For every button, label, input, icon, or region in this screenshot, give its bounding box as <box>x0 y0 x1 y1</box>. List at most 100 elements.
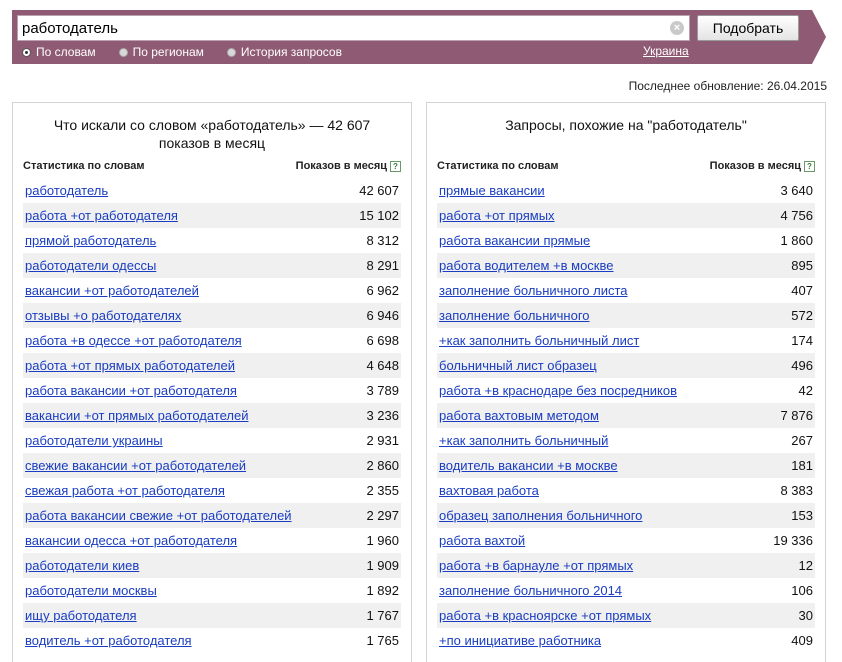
keyword-link[interactable]: работа +в краснодаре без посредников <box>439 378 677 403</box>
radio-icon[interactable] <box>118 47 128 57</box>
keyword-link[interactable]: +как заполнить больничный лист <box>439 328 639 353</box>
impressions-count: 106 <box>791 583 813 598</box>
keyword-link[interactable]: заполнение больничного <box>439 303 590 328</box>
impressions-count: 4 648 <box>366 358 399 373</box>
keyword-link[interactable]: работа вакансии прямые <box>439 228 590 253</box>
impressions-count: 30 <box>798 608 813 623</box>
keyword-link[interactable]: +как заполнить больничный <box>439 428 608 453</box>
radio-icon-selected[interactable] <box>22 47 31 57</box>
keyword-link[interactable]: работодатели украины <box>25 428 163 453</box>
impressions-count: 19 336 <box>773 533 813 548</box>
table-row: ищу работодателя 1 767 <box>23 603 401 628</box>
keyword-link[interactable]: свежая работа +от работодателя <box>25 478 225 503</box>
impressions-count: 1 767 <box>366 608 399 623</box>
help-icon[interactable]: ? <box>390 160 401 172</box>
keyword-link[interactable]: работа +от прямых <box>439 203 555 228</box>
impressions-count: 2 931 <box>366 433 399 448</box>
radio-icon[interactable] <box>226 47 236 57</box>
keyword-link[interactable]: ищу работодателя <box>25 603 137 628</box>
keyword-link[interactable]: вахтовая работа <box>439 478 539 503</box>
table-row: работа +от прямых 4 756 <box>437 203 815 228</box>
keyword-link[interactable]: работа +от прямых работодателей <box>25 353 235 378</box>
table-row: работа +в одессе +от работодателя 6 698 <box>23 328 401 353</box>
table-row: заполнение больничного листа 407 <box>437 278 815 303</box>
keyword-link[interactable]: вакансии +от работодателей <box>25 278 199 303</box>
table-row: свежие вакансии +от работодателей 2 860 <box>23 453 401 478</box>
column-header-phrase: Статистика по словам <box>437 160 559 172</box>
keyword-link[interactable]: водитель +от работодателя <box>25 628 192 653</box>
impressions-count: 7 876 <box>780 408 813 423</box>
table-row: +как заполнить больничный лист 174 <box>437 328 815 353</box>
help-icon[interactable]: ? <box>804 160 815 172</box>
impressions-count: 1 909 <box>366 558 399 573</box>
table-row: вакансии одесса +от работодателя 1 960 <box>23 528 401 553</box>
keyword-link[interactable]: отзывы +о работодателях <box>25 303 181 328</box>
keyword-link[interactable]: заполнение больничного листа <box>439 278 628 303</box>
keyword-link[interactable]: работа +в барнауле +от прямых <box>439 553 633 578</box>
table-row: работа вакансии +от работодателя 3 789 <box>23 378 401 403</box>
table-row: отзывы +о работодателях 6 946 <box>23 303 401 328</box>
keyword-link[interactable]: свежие вакансии +от работодателей <box>25 453 246 478</box>
impressions-count: 6 946 <box>366 308 399 323</box>
keyword-link[interactable]: работодатели киев <box>25 553 139 578</box>
table-row: работодатели киев 1 909 <box>23 553 401 578</box>
keyword-link[interactable]: +по инициативе работника <box>439 628 601 653</box>
impressions-count: 174 <box>791 333 813 348</box>
keyword-link[interactable]: больничный лист образец <box>439 353 597 378</box>
table-body: прямые вакансии 3 640 работа +от прямых 4 7… <box>437 178 815 653</box>
keyword-link[interactable]: работа водителем +в москве <box>439 253 613 278</box>
keyword-link[interactable]: работодатели москвы <box>25 578 157 603</box>
table-row: свежая работа +от работодателя 2 355 <box>23 478 401 503</box>
clear-icon[interactable]: × <box>670 21 684 35</box>
impressions-count: 1 892 <box>366 583 399 598</box>
table-row: +по инициативе работника 409 <box>437 628 815 653</box>
keyword-link[interactable]: работодатель <box>25 178 108 203</box>
mode-query-history[interactable]: История запросов <box>226 45 342 59</box>
keyword-link[interactable]: водитель вакансии +в москве <box>439 453 618 478</box>
table-row: работа +от работодателя 15 102 <box>23 203 401 228</box>
keyword-link[interactable]: работа +в красноярске +от прямых <box>439 603 651 628</box>
impressions-count: 6 962 <box>366 283 399 298</box>
search-input-wrap[interactable]: × <box>17 15 690 41</box>
keyword-link[interactable]: работа +от работодателя <box>25 203 178 228</box>
panel-title-text: Что искали со словом «работодатель» — 42… <box>53 117 371 151</box>
mode-by-words[interactable]: По словам <box>22 45 96 59</box>
keyword-link[interactable]: заполнение больничного 2014 <box>439 578 622 603</box>
keyword-link[interactable]: вакансии одесса +от работодателя <box>25 528 237 553</box>
search-band-arrow <box>812 10 826 64</box>
keyword-link[interactable]: работа вахтовым методом <box>439 403 599 428</box>
table-header: Статистика по словам Показов в месяц ? <box>437 160 815 176</box>
impressions-count: 181 <box>791 458 813 473</box>
column-header-count-label: Показов в месяц <box>295 160 387 172</box>
impressions-count: 42 607 <box>359 183 399 198</box>
keyword-link[interactable]: образец заполнения больничного <box>439 503 642 528</box>
keyword-link[interactable]: работа вакансии +от работодателя <box>25 378 237 403</box>
column-header-phrase: Статистика по словам <box>23 160 145 172</box>
table-row: прямой работодатель 8 312 <box>23 228 401 253</box>
keyword-link[interactable]: вакансии +от прямых работодателей <box>25 403 248 428</box>
table-row: больничный лист образец 496 <box>437 353 815 378</box>
impressions-count: 153 <box>791 508 813 523</box>
impressions-count: 8 312 <box>366 233 399 248</box>
table-row: работодатели украины 2 931 <box>23 428 401 453</box>
submit-button[interactable]: Подобрать <box>697 15 799 41</box>
search-input[interactable] <box>22 18 662 38</box>
mode-by-regions[interactable]: По регионам <box>118 45 204 59</box>
table-row: работа вакансии прямые 1 860 <box>437 228 815 253</box>
keyword-link[interactable]: прямые вакансии <box>439 178 545 203</box>
last-update: Последнее обновление: 26.04.2015 <box>628 79 827 93</box>
table-body: работодатель 42 607 работа +от работодател… <box>23 178 401 653</box>
keyword-link[interactable]: работа вахтой <box>439 528 525 553</box>
table-row: работа +в барнауле +от прямых 12 <box>437 553 815 578</box>
keyword-link[interactable]: работа вакансии свежие +от работодателей <box>25 503 292 528</box>
impressions-count: 496 <box>791 358 813 373</box>
column-header-count: Показов в месяц ? <box>710 160 815 172</box>
keyword-link[interactable]: работодатели одессы <box>25 253 156 278</box>
table-row: заполнение больничного 572 <box>437 303 815 328</box>
keyword-link[interactable]: работа +в одессе +от работодателя <box>25 328 242 353</box>
region-link[interactable]: Украина <box>643 44 689 58</box>
impressions-count: 3 640 <box>780 183 813 198</box>
mode-label: По регионам <box>132 45 204 59</box>
keyword-link[interactable]: прямой работодатель <box>25 228 156 253</box>
search-modes: По словам По регионам История запросов <box>22 44 365 60</box>
